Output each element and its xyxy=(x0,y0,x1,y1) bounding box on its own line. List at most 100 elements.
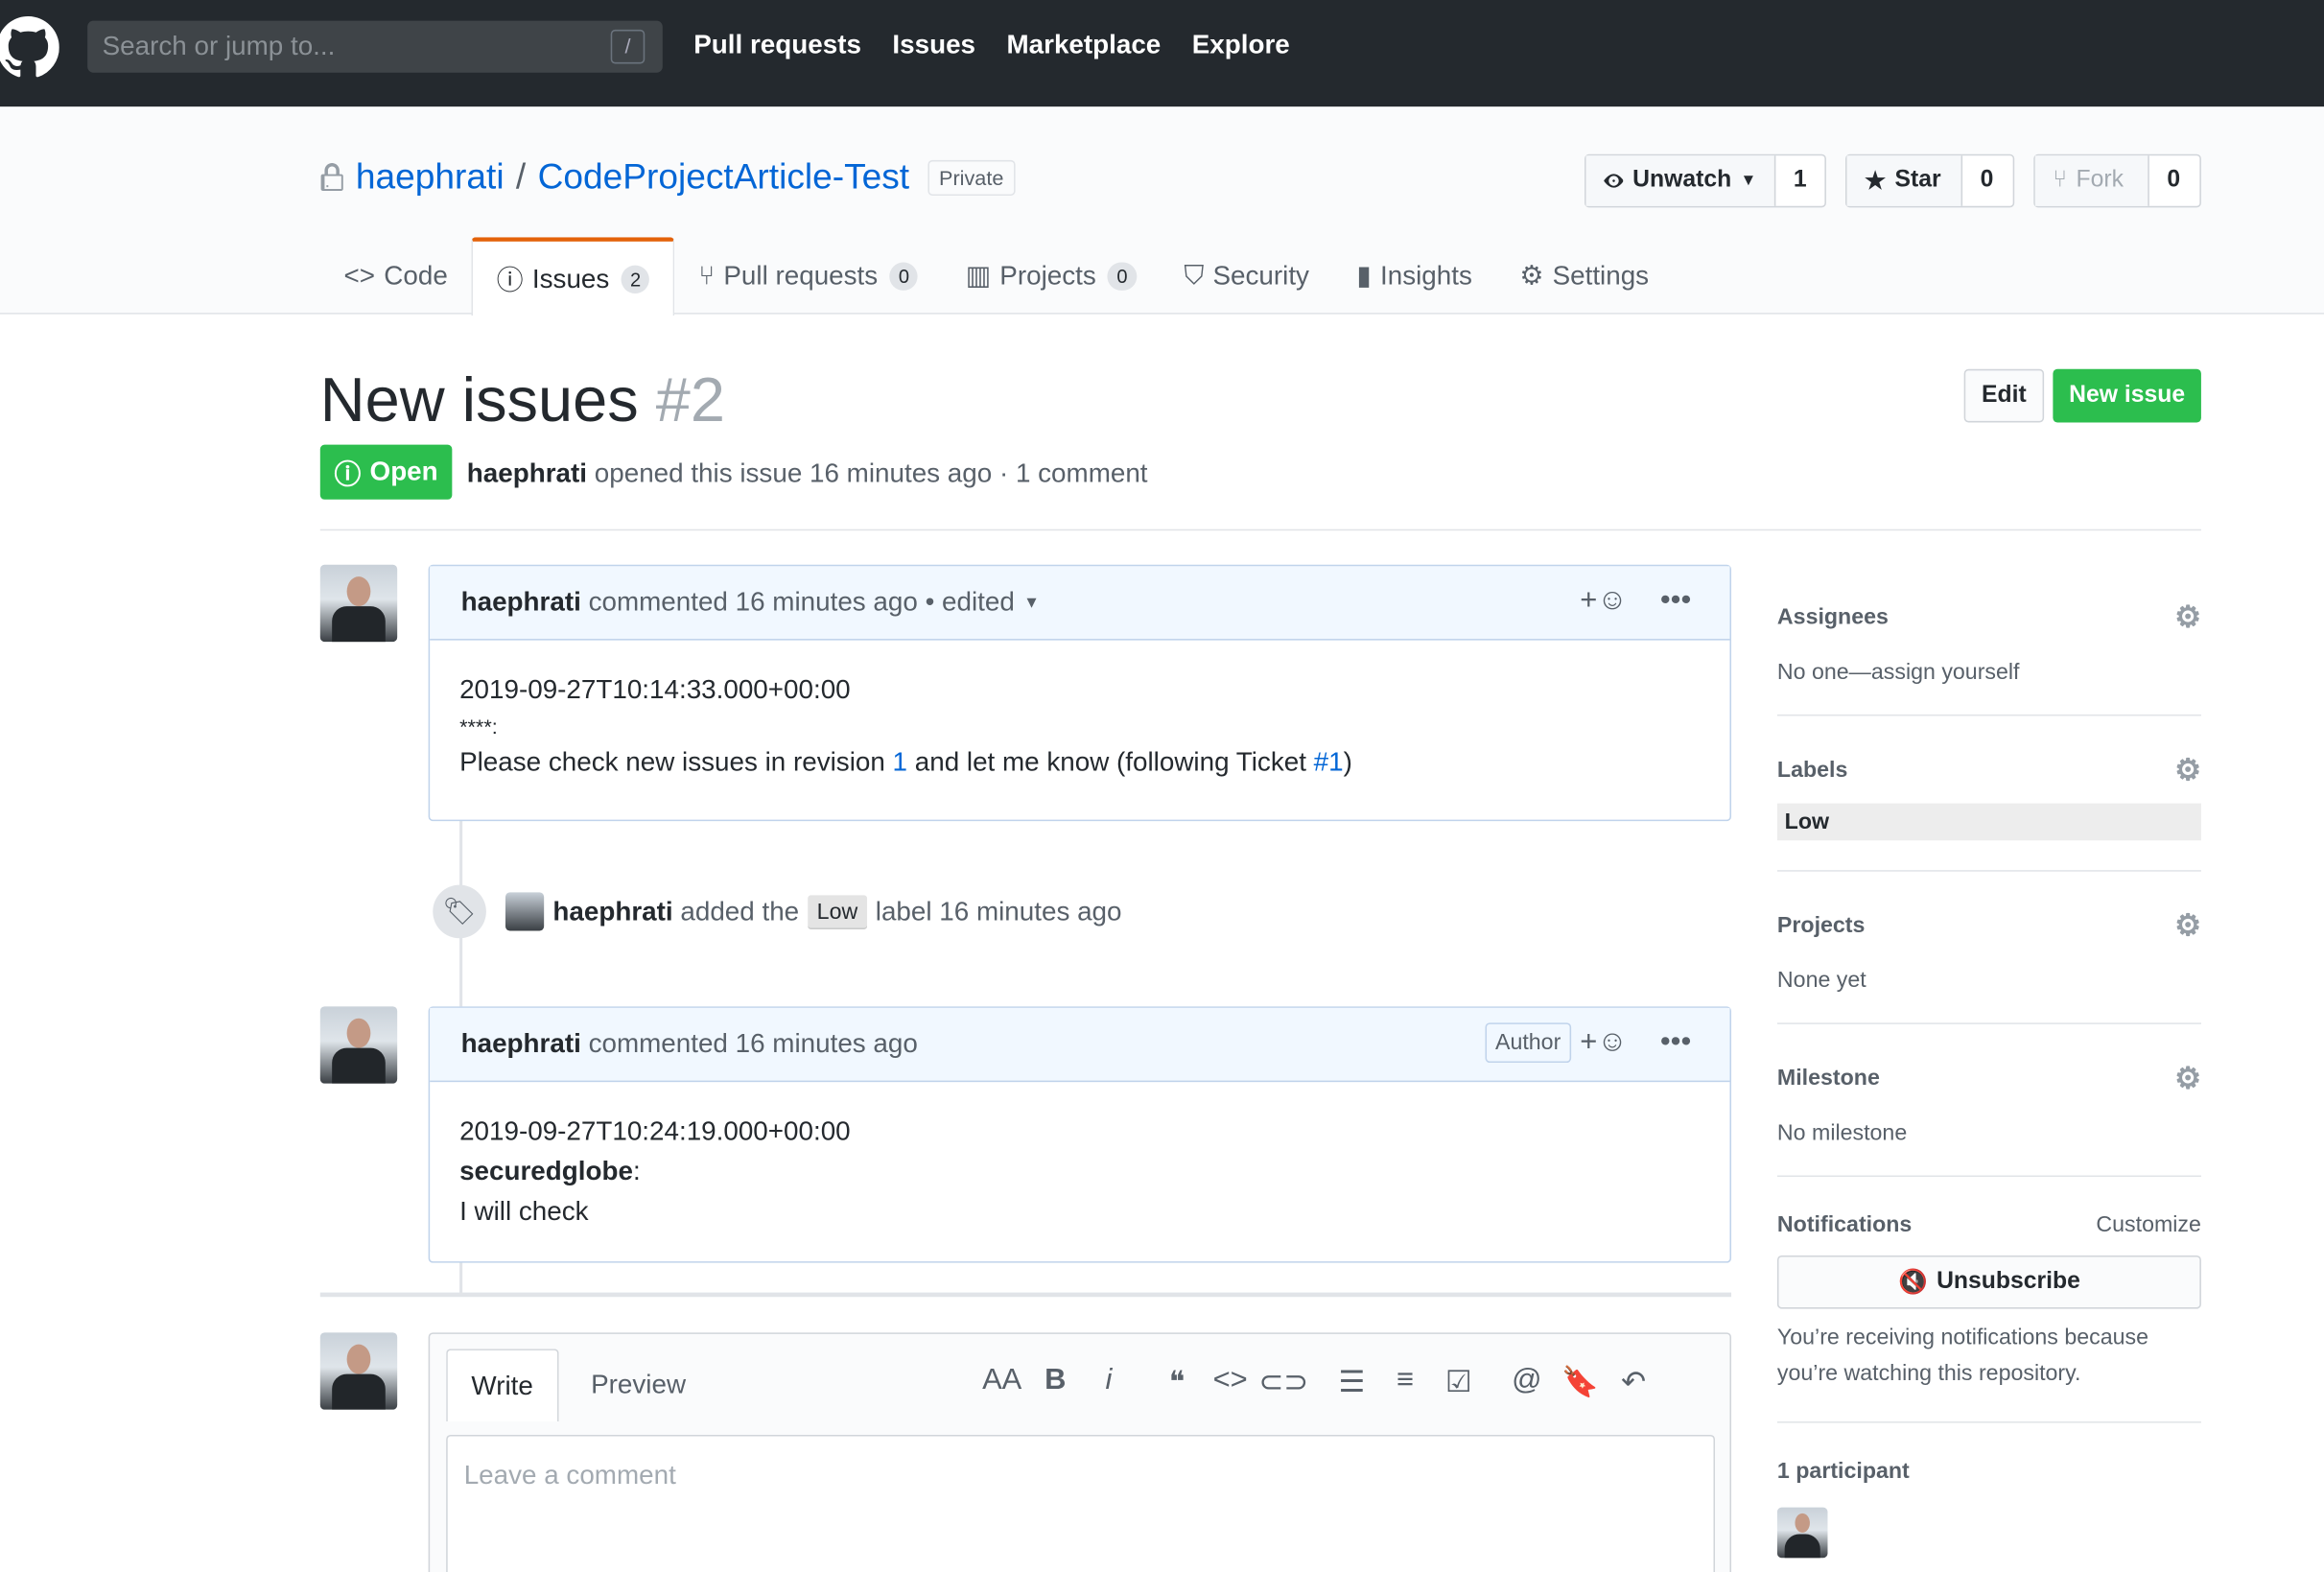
repo-title: haephrati / CodeProjectArticle-Test Priv… xyxy=(356,157,1016,199)
kebab-menu-icon[interactable]: ••• xyxy=(1660,584,1691,619)
mention-icon[interactable]: @ xyxy=(1500,1364,1554,1401)
tab-code[interactable]: <> Code xyxy=(320,237,472,314)
comment-line: securedglobe: xyxy=(459,1152,1700,1192)
tab-settings[interactable]: ⚙ Settings xyxy=(1496,237,1673,314)
tab-pull-requests[interactable]: ⑂ Pull requests 0 xyxy=(675,237,942,314)
comment-line: 2019-09-27T10:14:33.000+00:00 xyxy=(459,674,851,705)
comment-author[interactable]: haephrati xyxy=(461,587,581,618)
issue-title-text: New issues xyxy=(319,364,639,434)
tab-preview[interactable]: Preview xyxy=(558,1349,718,1421)
search-input[interactable]: Search or jump to... / xyxy=(87,20,663,73)
nav-pull-requests[interactable]: Pull requests xyxy=(693,30,861,60)
assign-yourself-link[interactable]: No one—assign yourself xyxy=(1777,660,2201,685)
fork-button[interactable]: ⑂ Fork xyxy=(2034,155,2149,206)
comment-timestamp[interactable]: commented 16 minutes ago • edited xyxy=(589,587,1015,618)
tab-security[interactable]: ⛉ Security xyxy=(1161,237,1333,314)
fork-label: Fork xyxy=(2076,167,2124,193)
bold-icon[interactable]: B xyxy=(1029,1364,1083,1401)
event-text: added the xyxy=(680,896,800,927)
star-icon: ★ xyxy=(1865,169,1887,195)
label-event: 🏷 haephrati added the Low label 16 minut… xyxy=(433,884,1122,939)
issue-state-badge: ⓘ Open xyxy=(319,444,453,500)
add-reaction-icon[interactable]: +☺ xyxy=(1580,584,1628,619)
projects-value: None yet xyxy=(1776,968,1866,994)
unwatch-button[interactable]: Unwatch ▼ xyxy=(1585,155,1776,206)
star-button[interactable]: ★ Star xyxy=(1846,155,1963,206)
edit-button[interactable]: Edit xyxy=(1963,368,2045,423)
event-actor[interactable]: haephrati xyxy=(552,896,672,927)
code-icon: <> xyxy=(343,260,376,291)
watch-count[interactable]: 1 xyxy=(1775,155,1824,206)
unsubscribe-button[interactable]: 🔇 Unsubscribe xyxy=(1776,1255,2201,1309)
sidebar-milestone: Milestone ⚙ No milestone xyxy=(1776,1024,2201,1178)
tab-issues[interactable]: ⓘ Issues 2 xyxy=(471,237,675,317)
issue-opened-icon: ⓘ xyxy=(496,265,524,295)
slash-shortcut-hint: / xyxy=(610,29,646,64)
tab-write[interactable]: Write xyxy=(446,1349,559,1422)
repo-name-link[interactable]: CodeProjectArticle-Test xyxy=(538,157,910,199)
avatar[interactable] xyxy=(319,1332,398,1410)
fork-count[interactable]: 0 xyxy=(2149,155,2198,206)
top-nav: Pull requests Issues Marketplace Explore xyxy=(693,30,1290,60)
bookmark-icon[interactable]: 🔖 xyxy=(1554,1364,1608,1401)
author-link[interactable]: haephrati xyxy=(467,458,587,488)
kebab-menu-icon[interactable]: ••• xyxy=(1660,1025,1691,1060)
github-logo-icon[interactable] xyxy=(0,15,59,79)
comment-body: 2019-09-27T10:14:33.000+00:00 ****: Plea… xyxy=(430,641,1729,812)
ticket-link[interactable]: #1 xyxy=(1314,747,1344,777)
gear-icon[interactable]: ⚙ xyxy=(2174,1060,2201,1097)
comment-textarea[interactable]: Leave a comment xyxy=(446,1434,1716,1572)
link-icon[interactable]: ⊂⊃ xyxy=(1256,1364,1310,1401)
revision-link[interactable]: 1 xyxy=(893,747,907,777)
nav-issues[interactable]: Issues xyxy=(892,30,975,60)
text-size-icon[interactable]: AA xyxy=(975,1364,1029,1401)
bullet-list-icon[interactable]: ☰ xyxy=(1326,1364,1379,1401)
label-badge[interactable]: Low xyxy=(808,894,867,929)
comment-bold-text: securedglobe xyxy=(459,1156,633,1186)
repo-owner-link[interactable]: haephrati xyxy=(356,157,505,199)
star-count[interactable]: 0 xyxy=(1962,155,2011,206)
numbered-list-icon[interactable]: ≡ xyxy=(1378,1364,1432,1401)
add-reaction-icon[interactable]: +☺ xyxy=(1580,1025,1628,1060)
code-icon[interactable]: <> xyxy=(1204,1364,1257,1401)
reply-icon[interactable]: ↶ xyxy=(1607,1364,1660,1401)
italic-icon[interactable]: i xyxy=(1082,1364,1136,1401)
nav-explore[interactable]: Explore xyxy=(1192,30,1290,60)
avatar[interactable] xyxy=(505,892,545,931)
gear-icon[interactable]: ⚙ xyxy=(2174,752,2201,789)
quote-icon[interactable]: ❝ xyxy=(1150,1364,1204,1401)
comment-timestamp[interactable]: commented 16 minutes ago xyxy=(589,1029,918,1060)
nav-marketplace[interactable]: Marketplace xyxy=(1006,30,1161,60)
customize-link[interactable]: Customize xyxy=(2096,1212,2201,1237)
avatar[interactable] xyxy=(319,1006,398,1084)
watch-button-group: Unwatch ▼ 1 xyxy=(1585,153,1826,208)
notifications-note: You’re receiving notifications because y… xyxy=(1776,1325,2148,1386)
sidebar-notifications: Notifications Customize 🔇 Unsubscribe You’… xyxy=(1776,1177,2201,1423)
comment-1: haephrati commented 16 minutes ago • edi… xyxy=(428,564,1732,822)
gear-icon[interactable]: ⚙ xyxy=(2174,598,2201,636)
comment-author[interactable]: haephrati xyxy=(461,1029,581,1060)
new-issue-button[interactable]: New issue xyxy=(2053,368,2201,423)
gear-icon[interactable]: ⚙ xyxy=(2174,907,2201,945)
shield-icon: ⛉ xyxy=(1184,260,1205,291)
issue-meta: haephrati opened this issue 16 minutes a… xyxy=(467,458,1148,489)
tab-label: Issues xyxy=(531,263,610,293)
label-badge[interactable]: Low xyxy=(1776,803,2201,841)
avatar[interactable] xyxy=(319,564,398,643)
tab-counter: 0 xyxy=(889,261,919,291)
issue-sidebar: Assignees ⚙ No one—assign yourself Labels… xyxy=(1776,563,2201,1572)
search-placeholder: Search or jump to... xyxy=(102,31,336,61)
repo-tabs: <> Code ⓘ Issues 2 ⑂ Pull requests 0 ▥ Project… xyxy=(320,237,1673,317)
tab-counter: 0 xyxy=(1108,261,1137,291)
tag-icon: 🏷 xyxy=(433,884,486,939)
tab-projects[interactable]: ▥ Projects 0 xyxy=(942,237,1161,314)
tab-insights[interactable]: ▮ Insights xyxy=(1333,237,1496,314)
participant-avatar[interactable] xyxy=(1776,1507,1828,1559)
task-list-icon[interactable]: ☑ xyxy=(1432,1364,1486,1401)
comment-2: haephrati commented 16 minutes ago Autho… xyxy=(428,1006,1732,1263)
caret-down-icon[interactable]: ▼ xyxy=(1023,594,1040,612)
comment-text: and let me know (following Ticket xyxy=(907,746,1314,777)
eye-icon xyxy=(1604,174,1624,188)
